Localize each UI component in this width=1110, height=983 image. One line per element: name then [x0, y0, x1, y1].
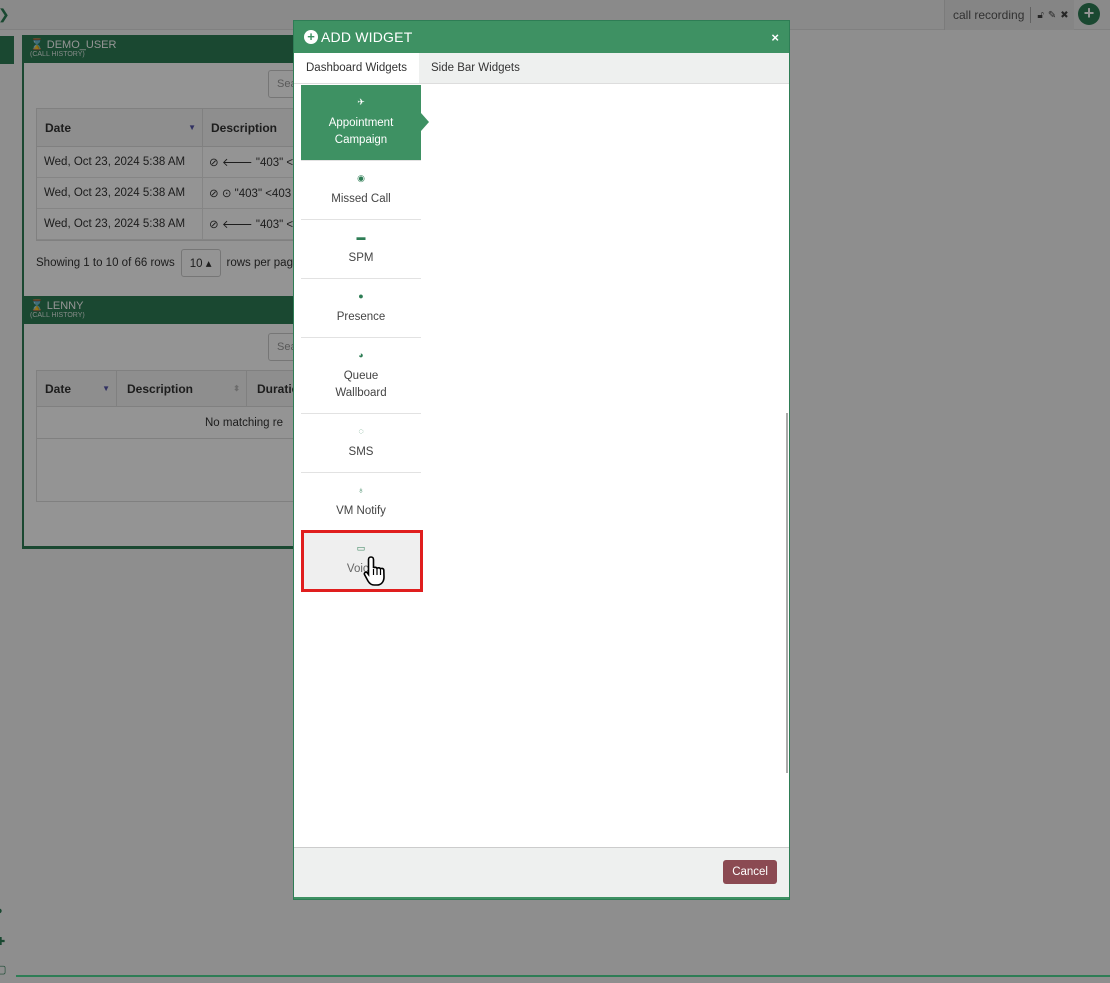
add-widget-dialog: + ADD WIDGET × Dashboard Widgets Side Ba…: [293, 20, 790, 900]
widget-item-queue-wallboard[interactable]: ◕ Queue Wallboard: [301, 338, 421, 414]
widget-item-presence[interactable]: ● Presence: [301, 279, 421, 338]
widget-item-vm-notify[interactable]: ♁ VM Notify: [301, 473, 421, 531]
eye-slash-icon: ◉: [357, 173, 365, 183]
cancel-button[interactable]: Cancel: [723, 860, 777, 884]
bed-icon: ▬: [356, 232, 366, 242]
scrollbar[interactable]: [786, 413, 788, 773]
widget-label: SPM: [348, 252, 374, 264]
close-button[interactable]: ×: [771, 30, 779, 45]
widget-list: ✈ Appointment Campaign ◉ Missed Call ▬ S…: [301, 85, 429, 590]
dialog-footer: Cancel: [294, 847, 789, 899]
dialog-title: ADD WIDGET: [321, 29, 413, 45]
widget-label: VM Notify: [336, 505, 386, 517]
divider: [16, 975, 1110, 977]
chat-icon: ◌: [358, 426, 364, 436]
widget-label: Presence: [336, 311, 386, 323]
widget-label: Missed Call: [331, 193, 391, 205]
plus-circle-icon: +: [304, 30, 318, 44]
widget-item-spm[interactable]: ▬ SPM: [301, 220, 421, 279]
hand-cursor-icon: [363, 556, 385, 586]
widget-label: Appointment Campaign: [328, 117, 394, 146]
megaphone-icon: ✈: [357, 97, 365, 107]
widget-item-appointment-campaign[interactable]: ✈ Appointment Campaign: [301, 85, 429, 161]
tab-dashboard-widgets[interactable]: Dashboard Widgets: [294, 53, 419, 83]
dialog-tabs: Dashboard Widgets Side Bar Widgets: [294, 53, 789, 84]
tab-side-bar-widgets[interactable]: Side Bar Widgets: [419, 53, 532, 83]
lightbulb-icon: ♁: [357, 485, 365, 495]
user-icon: ●: [358, 291, 364, 301]
widget-label: SMS: [348, 446, 374, 458]
widget-item-sms[interactable]: ◌ SMS: [301, 414, 421, 473]
dialog-header: + ADD WIDGET ×: [294, 21, 789, 53]
widget-label: Queue Wallboard: [335, 370, 387, 399]
widget-item-missed-call[interactable]: ◉ Missed Call: [301, 161, 421, 220]
pie-chart-icon: ◕: [358, 350, 364, 360]
